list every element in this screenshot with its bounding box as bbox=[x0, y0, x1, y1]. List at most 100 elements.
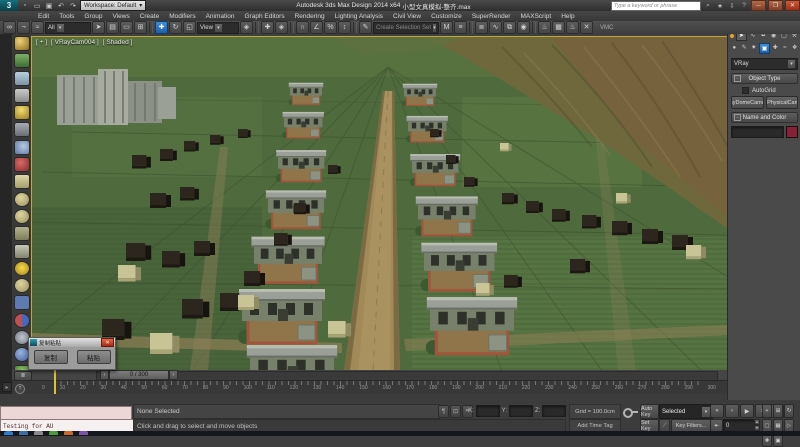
open-file-icon[interactable]: ▭ bbox=[32, 1, 42, 10]
environment-icon[interactable] bbox=[14, 140, 30, 155]
blob-primitive-icon[interactable] bbox=[14, 192, 30, 207]
mountain-icon[interactable] bbox=[14, 244, 30, 259]
trackbar-help-icon[interactable]: ? bbox=[15, 384, 25, 394]
vray-physical-camera-button[interactable]: yPhysicalCam bbox=[766, 96, 799, 109]
keyboard-shortcut-toggle-icon[interactable]: ◈ bbox=[275, 21, 288, 34]
menu-animation[interactable]: Animation bbox=[206, 13, 235, 20]
plane-primitive-icon[interactable] bbox=[14, 174, 30, 189]
viewport-shading-label[interactable]: [ Shaded ] bbox=[103, 39, 133, 46]
delete-script-icon[interactable]: ✕ bbox=[580, 21, 593, 34]
save-file-icon[interactable]: ▣ bbox=[44, 1, 54, 10]
redo-icon[interactable]: ↷ bbox=[68, 1, 78, 10]
menu-tools[interactable]: Tools bbox=[59, 13, 74, 20]
schematic-view-icon[interactable]: ⧉ bbox=[503, 21, 516, 34]
light-lister-icon[interactable] bbox=[14, 105, 30, 120]
edit-named-selections-icon[interactable]: ✎ bbox=[359, 21, 372, 34]
object-color-swatch[interactable] bbox=[786, 126, 798, 138]
selection-region-icon[interactable]: ▭ bbox=[120, 21, 133, 34]
taskbar-app-icon[interactable] bbox=[19, 431, 28, 435]
download-icon[interactable]: ⇩ bbox=[727, 1, 737, 10]
align-icon[interactable]: ≡ bbox=[454, 21, 467, 34]
favorites-icon[interactable]: ★ bbox=[715, 1, 725, 10]
curve-editor-icon[interactable]: ∿ bbox=[489, 21, 502, 34]
taskbar-app-icon[interactable] bbox=[49, 431, 58, 435]
ring-primitive-icon[interactable] bbox=[14, 209, 30, 224]
water-icon[interactable] bbox=[14, 295, 30, 310]
render-preview-icon[interactable] bbox=[14, 53, 30, 68]
previous-frame-icon[interactable]: ‹ bbox=[725, 404, 739, 418]
name-color-rollout-header[interactable]: – Name and Color bbox=[731, 112, 798, 123]
sphere-primitive-icon[interactable] bbox=[14, 278, 30, 293]
menu-maxscript[interactable]: MAXScript bbox=[520, 13, 551, 20]
reference-coordinate-dropdown[interactable]: View ▾ bbox=[197, 22, 239, 34]
menu-customize[interactable]: Customize bbox=[431, 13, 462, 20]
auto-key-button[interactable]: Auto Key bbox=[640, 404, 659, 419]
render-teapot-icon[interactable] bbox=[14, 36, 30, 51]
menu-edit[interactable]: Edit bbox=[38, 13, 49, 20]
go-to-start-icon[interactable]: « bbox=[710, 404, 724, 418]
menu-group[interactable]: Group bbox=[84, 13, 102, 20]
terrain-icon[interactable] bbox=[14, 226, 30, 241]
select-and-rotate-icon[interactable]: ↻ bbox=[169, 21, 182, 34]
selection-filter-dropdown[interactable]: All ▾ bbox=[45, 22, 91, 34]
vmc-toolbar-label[interactable]: VMC bbox=[600, 25, 613, 31]
category-helpers-icon[interactable]: ✚ bbox=[771, 43, 780, 52]
help-icon[interactable]: ? bbox=[739, 1, 749, 10]
spinner-snap-icon[interactable]: ↕ bbox=[338, 21, 351, 34]
category-cameras-icon[interactable]: ▣ bbox=[759, 43, 770, 54]
menu-help[interactable]: Help bbox=[561, 13, 574, 20]
layer-manager-icon[interactable]: ≣ bbox=[475, 21, 488, 34]
time-slider-button[interactable]: 0 / 300 bbox=[109, 370, 169, 380]
x-coordinate-field[interactable] bbox=[476, 405, 500, 417]
new-file-icon[interactable]: ▫ bbox=[20, 1, 30, 10]
dialog-close-icon[interactable]: ✕ bbox=[101, 338, 114, 347]
menu-modifiers[interactable]: Modifiers bbox=[169, 13, 195, 20]
search-input[interactable]: Type a keyword or phrase bbox=[611, 1, 701, 11]
selection-set-keying-dropdown[interactable]: Selected ▾ bbox=[659, 404, 713, 419]
viewport-menu-label[interactable]: [ + ] bbox=[36, 39, 47, 46]
menu-graph-editors[interactable]: Graph Editors bbox=[245, 13, 285, 20]
rendered-frame-window-icon[interactable]: ▦ bbox=[552, 21, 565, 34]
select-and-manipulate-icon[interactable]: ✚ bbox=[261, 21, 274, 34]
category-shapes-icon[interactable]: ✎ bbox=[740, 43, 749, 52]
menu-lighting-analysis[interactable]: Lighting Analysis bbox=[335, 13, 383, 20]
category-geometry-icon[interactable]: ● bbox=[730, 43, 739, 52]
angle-snap-icon[interactable]: ∠ bbox=[310, 21, 323, 34]
snap-toggle-icon[interactable]: ∩ bbox=[296, 21, 309, 34]
category-lights-icon[interactable]: ✷ bbox=[749, 43, 758, 52]
viewport[interactable]: [ + ] [ VRayCam004 ] [ Shaded ] bbox=[31, 36, 729, 372]
menu-superrender[interactable]: SuperRender bbox=[472, 13, 511, 20]
red-material-icon[interactable] bbox=[14, 157, 30, 172]
workspace-dropdown[interactable]: Workspace: Default ▾ bbox=[80, 0, 146, 11]
start-orb-icon[interactable] bbox=[4, 431, 13, 435]
orbit-icon[interactable]: ↻ bbox=[784, 404, 794, 418]
menu-views[interactable]: Views bbox=[112, 13, 129, 20]
window-crossing-icon[interactable]: ⊞ bbox=[134, 21, 147, 34]
select-and-scale-icon[interactable]: ◱ bbox=[183, 21, 196, 34]
select-object-icon[interactable]: ➤ bbox=[92, 21, 105, 34]
taskbar-app-icon[interactable] bbox=[34, 431, 43, 435]
menu-create[interactable]: Create bbox=[140, 13, 160, 20]
selection-lock-icon[interactable]: ⊡ bbox=[450, 405, 461, 418]
sunlight-icon[interactable] bbox=[14, 261, 30, 276]
y-coordinate-field[interactable] bbox=[509, 405, 533, 417]
application-menu-button[interactable]: 3 bbox=[0, 0, 18, 11]
previous-frame-arrow-icon[interactable]: ‹ bbox=[100, 370, 109, 380]
paste-button[interactable]: 粘贴 bbox=[77, 350, 111, 364]
render-setup-icon[interactable]: ♨ bbox=[538, 21, 551, 34]
close-button[interactable]: ✕ bbox=[785, 0, 800, 11]
viewport-camera-label[interactable]: [ VRayCam004 ] bbox=[51, 39, 99, 46]
menu-rendering[interactable]: Rendering bbox=[295, 13, 325, 20]
unlink-selection-icon[interactable]: ¬ bbox=[17, 21, 30, 34]
taskbar-app-icon[interactable] bbox=[79, 431, 88, 435]
search-icon[interactable]: ⌕ bbox=[703, 1, 713, 10]
select-by-name-icon[interactable]: ▤ bbox=[106, 21, 119, 34]
taskbar-app-icon[interactable] bbox=[64, 431, 73, 435]
dialog-title-bar[interactable]: 复制粘贴 ✕ bbox=[29, 338, 115, 347]
object-type-rollout-header[interactable]: – Object Type bbox=[731, 73, 798, 84]
autogrid-checkbox[interactable]: AutoGrid bbox=[742, 87, 800, 94]
use-pivot-center-icon[interactable]: ◈ bbox=[240, 21, 253, 34]
mirror-icon[interactable]: M bbox=[440, 21, 453, 34]
undo-icon[interactable]: ↶ bbox=[56, 1, 66, 10]
frame-spinner[interactable]: ▲▼ bbox=[754, 419, 760, 430]
